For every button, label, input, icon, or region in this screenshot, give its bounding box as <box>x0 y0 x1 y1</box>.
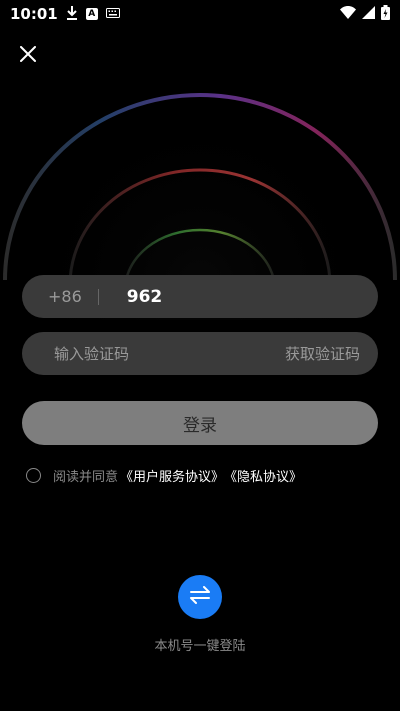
one-click-login-label[interactable]: 本机号一键登陆 <box>0 635 400 654</box>
login-button[interactable]: 登录 <box>22 401 378 445</box>
wifi-icon <box>340 5 356 23</box>
phone-field[interactable]: +86 <box>22 275 378 318</box>
agreement-prefix: 阅读并同意 <box>53 469 119 485</box>
get-code-button[interactable]: 获取验证码 <box>285 343 360 364</box>
verification-code-input[interactable] <box>54 344 285 363</box>
one-click-login-button[interactable] <box>178 575 222 619</box>
privacy-policy-link[interactable]: 《隐私协议》 <box>224 466 302 485</box>
keyboard-icon <box>105 7 120 21</box>
a-icon: A <box>85 8 98 20</box>
agree-checkbox[interactable] <box>26 467 41 483</box>
swap-arrows-icon <box>189 586 211 608</box>
status-time: 10:01 <box>10 5 58 23</box>
download-icon <box>66 5 78 23</box>
agreement-row: 阅读并同意 《用户服务协议》 《隐私协议》 <box>26 464 302 486</box>
phone-input[interactable] <box>126 286 327 307</box>
signal-icon <box>362 5 375 23</box>
country-code[interactable]: +86 <box>48 287 82 306</box>
battery-icon <box>381 4 390 24</box>
divider <box>97 288 99 305</box>
verification-code-field[interactable]: 获取验证码 <box>22 332 378 375</box>
user-agreement-link[interactable]: 《用户服务协议》 <box>120 466 224 485</box>
status-bar: 10:01 A <box>0 0 400 28</box>
